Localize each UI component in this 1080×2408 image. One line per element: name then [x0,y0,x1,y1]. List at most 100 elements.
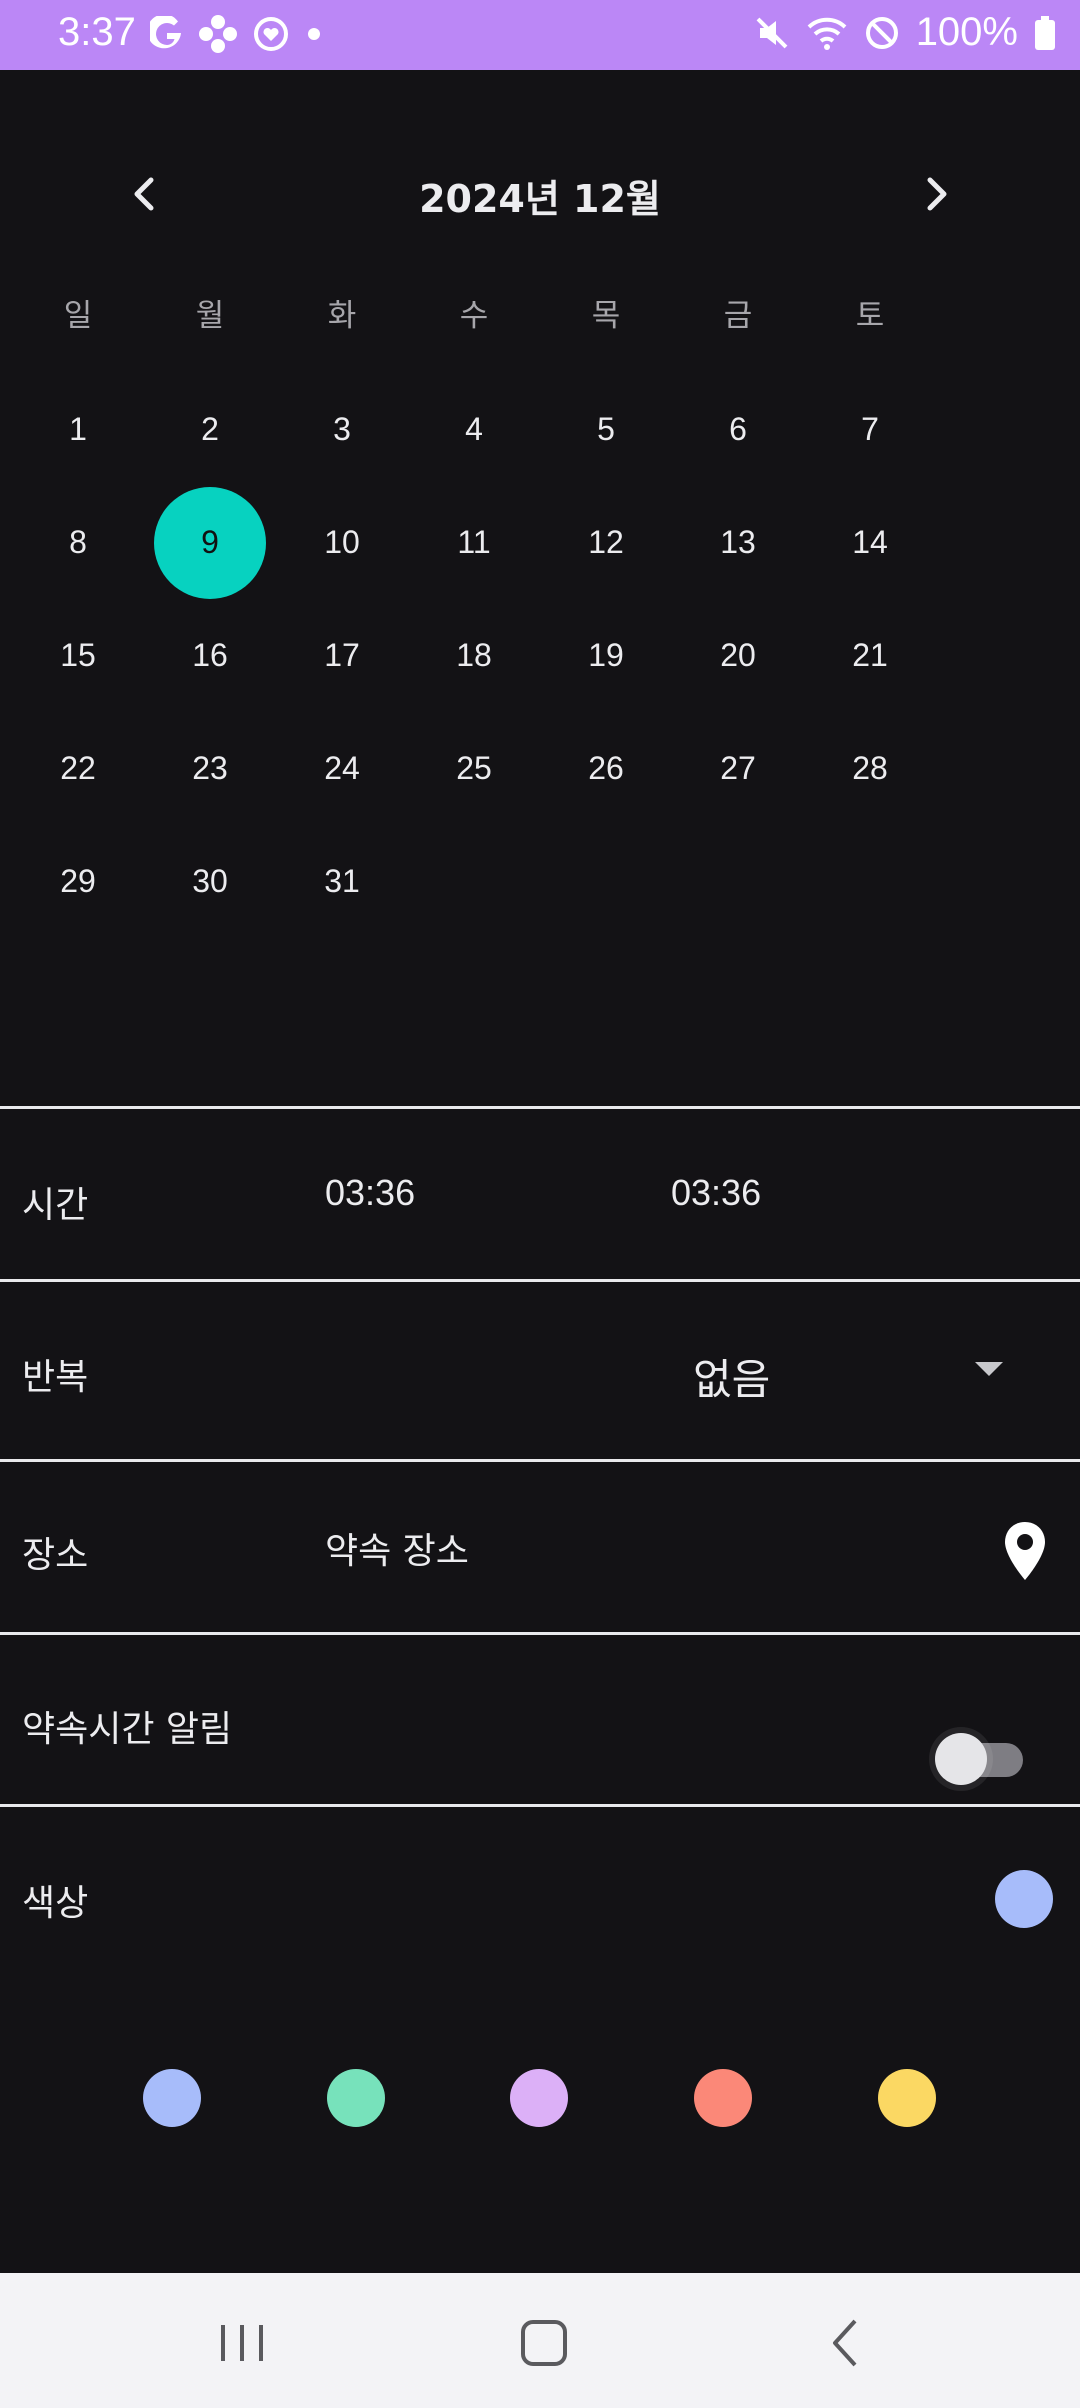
weekday-fri: 금 [723,298,753,334]
calendar-day[interactable]: 8 [12,486,144,599]
home-icon[interactable] [509,2315,579,2371]
selected-color-swatch[interactable] [995,1870,1053,1928]
heart-circle-icon [254,17,288,51]
repeat-label: 반복 [22,1357,89,1398]
color-swatch-yellow[interactable] [878,2069,936,2127]
calendar-day[interactable]: 27 [672,712,804,825]
calendar-day-number: 21 [852,637,888,673]
calendar-day[interactable]: 4 [408,373,540,486]
start-time[interactable]: 03:36 [325,1172,415,1214]
divider [0,1459,1080,1462]
recent-apps-icon[interactable] [207,2315,277,2371]
end-time[interactable]: 03:36 [671,1172,761,1214]
time-label: 시간 [22,1185,89,1226]
status-bar: 3:37 100% [0,0,1080,70]
calendar-day[interactable]: 26 [540,712,672,825]
calendar-day-number: 1 [69,411,87,447]
calendar-day-number: 23 [192,750,228,786]
divider [0,1632,1080,1635]
calendar-day[interactable]: 23 [144,712,276,825]
calendar-day[interactable]: 25 [408,712,540,825]
flower-icon [199,15,237,53]
calendar-day-number: 16 [192,637,228,673]
calendar-day[interactable]: 22 [12,712,144,825]
repeat-select[interactable]: 없음 [693,1346,770,1407]
alarm-label: 약속시간 알림 [22,1709,233,1750]
calendar-day-number: 4 [465,411,483,447]
calendar-day[interactable]: 6 [672,373,804,486]
weekday-tue: 화 [327,298,357,334]
calendar-day[interactable]: 17 [276,599,408,712]
dropdown-arrow-icon[interactable] [975,1362,1003,1376]
place-input[interactable]: 약속 장소 [325,1522,469,1574]
calendar-day-number: 28 [852,750,888,786]
calendar-day[interactable]: 16 [144,599,276,712]
divider [0,1804,1080,1807]
color-swatch-green[interactable] [327,2069,385,2127]
calendar-day[interactable]: 30 [144,825,276,938]
wifi-icon [807,17,847,50]
next-month-icon[interactable] [906,164,966,224]
system-nav-bar [0,2273,1080,2408]
color-swatch-blue[interactable] [143,2069,201,2127]
calendar-day[interactable]: 5 [540,373,672,486]
calendar-day[interactable]: 14 [804,486,936,599]
dnd-icon [865,16,898,49]
color-swatch-red[interactable] [694,2069,752,2127]
place-label: 장소 [22,1535,89,1576]
calendar-day-number: 10 [324,524,360,560]
calendar-day-number: 19 [588,637,624,673]
calendar-day[interactable]: 24 [276,712,408,825]
calendar-day[interactable]: 10 [276,486,408,599]
calendar-day-number: 15 [60,637,96,673]
divider [0,1279,1080,1282]
calendar-day-number: 24 [324,750,360,786]
calendar-day-number: 25 [456,750,492,786]
calendar-day-number: 8 [69,524,87,560]
calendar-day-number: 13 [720,524,756,560]
calendar-grid: 1 2 3 4 5 6 7 8 9 10 11 12 13 14 15 16 17 18 19 20 21 22 23 24 2… [12,373,936,938]
calendar-day-selected[interactable]: 9 [144,486,276,599]
color-label: 색상 [22,1883,89,1924]
battery-percent: 100% [915,10,1018,54]
weekday-sat: 토 [855,298,885,334]
calendar-day[interactable]: 18 [408,599,540,712]
calendar-day[interactable]: 28 [804,712,936,825]
status-time: 3:37 [58,10,136,54]
google-icon [150,16,181,49]
back-icon[interactable] [811,2315,881,2371]
calendar-day[interactable]: 7 [804,373,936,486]
location-pin-icon[interactable] [1002,1520,1048,1582]
calendar-day[interactable]: 15 [12,599,144,712]
calendar-day-number: 3 [333,411,351,447]
calendar-day[interactable]: 13 [672,486,804,599]
calendar-day[interactable]: 1 [12,373,144,486]
system-icons: 100% [754,10,1056,55]
calendar-day-number: 18 [456,637,492,673]
calendar-day[interactable]: 31 [276,825,408,938]
calendar-day[interactable]: 12 [540,486,672,599]
color-swatch-purple[interactable] [510,2069,568,2127]
calendar-day-number: 2 [201,411,219,447]
calendar-day[interactable]: 11 [408,486,540,599]
calendar-day-number: 29 [60,863,96,899]
calendar-day[interactable]: 3 [276,373,408,486]
weekday-header: 일 월 화 수 목 금 토 [12,290,1068,335]
calendar-day-number: 11 [457,524,491,560]
calendar-day-number: 26 [588,750,624,786]
divider [0,1106,1080,1109]
calendar-day[interactable]: 29 [12,825,144,938]
dot-icon [308,28,320,40]
weekday-mon: 월 [195,298,225,334]
calendar-day[interactable]: 21 [804,599,936,712]
calendar-day-number: 6 [729,411,747,447]
calendar-day-number: 7 [861,411,879,447]
calendar-day[interactable]: 20 [672,599,804,712]
calendar-day-number: 20 [720,637,756,673]
calendar-day[interactable]: 19 [540,599,672,712]
calendar-day-number: 31 [324,863,360,899]
alarm-toggle[interactable] [935,1733,1027,1785]
toggle-thumb [935,1733,987,1785]
calendar-day-number: 14 [852,524,888,560]
calendar-day[interactable]: 2 [144,373,276,486]
